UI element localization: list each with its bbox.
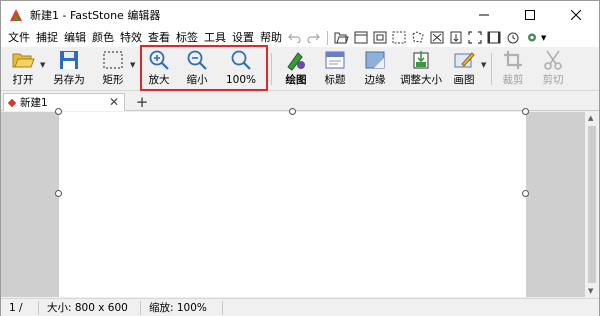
document-tab[interactable]: 新建1 ✕ bbox=[3, 93, 125, 111]
settings-icon[interactable] bbox=[524, 30, 539, 45]
tab-close-icon[interactable]: ✕ bbox=[109, 95, 119, 109]
image-size: 大小: 800 x 600 bbox=[39, 300, 141, 315]
rectangle-select-icon bbox=[101, 49, 125, 71]
resize-handle[interactable] bbox=[522, 108, 529, 115]
crop-label: 裁剪 bbox=[502, 74, 524, 86]
paint-icon bbox=[452, 49, 476, 71]
resize-label: 调整大小 bbox=[400, 74, 442, 86]
settings-dropdown-arrow[interactable]: ▼ bbox=[541, 34, 546, 42]
image-canvas[interactable] bbox=[59, 112, 526, 297]
open-dropdown-arrow[interactable]: ▼ bbox=[40, 61, 45, 69]
title-bar: 新建1 - FastStone 编辑器 bbox=[1, 1, 599, 28]
draw-label: 绘图 bbox=[285, 74, 307, 86]
page-indicator: 1 / 1 bbox=[1, 300, 39, 316]
toolbar-separator bbox=[271, 53, 272, 85]
scroll-up-icon[interactable]: ▲ bbox=[588, 114, 593, 122]
menu-capture[interactable]: 捕捉 bbox=[33, 28, 61, 47]
window-controls bbox=[461, 1, 599, 28]
capture-video-icon[interactable] bbox=[486, 30, 501, 45]
undo-icon[interactable] bbox=[287, 30, 302, 45]
save-as-button[interactable]: 另存为 bbox=[51, 49, 87, 89]
resize-handle[interactable] bbox=[522, 190, 529, 197]
maximize-button[interactable] bbox=[507, 1, 553, 28]
capture-scroll-icon[interactable] bbox=[448, 30, 463, 45]
scroll-thumb[interactable] bbox=[588, 126, 596, 283]
caption-button[interactable]: 标题 bbox=[320, 49, 350, 89]
capture-rect-icon[interactable] bbox=[391, 30, 406, 45]
menu-bar: 文件 捕捉 编辑 颜色 特效 查看 标签 工具 设置 帮助 ▼ bbox=[1, 28, 599, 47]
cut-button[interactable]: 剪切 bbox=[538, 49, 568, 89]
timer-icon[interactable] bbox=[505, 30, 520, 45]
open-button[interactable]: 打开 bbox=[6, 49, 40, 89]
window-title: 新建1 - FastStone 编辑器 bbox=[30, 8, 161, 22]
close-button[interactable] bbox=[553, 1, 599, 28]
scissors-icon bbox=[541, 49, 565, 71]
resize-handle[interactable] bbox=[55, 190, 62, 197]
resize-icon bbox=[409, 49, 433, 71]
crop-button[interactable]: 裁剪 bbox=[498, 49, 528, 89]
caption-label: 标题 bbox=[324, 74, 346, 86]
document-tab-strip: 新建1 ✕ + bbox=[1, 92, 599, 111]
menu-separator bbox=[327, 30, 328, 45]
resize-button[interactable]: 调整大小 bbox=[398, 49, 444, 89]
rectangle-select-button[interactable]: 矩形 bbox=[97, 49, 129, 89]
canvas-paint-button[interactable]: 画图 bbox=[450, 49, 478, 89]
crop-icon bbox=[501, 49, 525, 71]
vertical-scrollbar[interactable]: ▲ ▼ bbox=[585, 112, 599, 297]
capture-fixed-icon[interactable] bbox=[467, 30, 482, 45]
minimize-button[interactable] bbox=[461, 1, 507, 28]
menu-file[interactable]: 文件 bbox=[5, 28, 33, 47]
save-as-label: 另存为 bbox=[53, 74, 85, 86]
resize-handle[interactable] bbox=[55, 108, 62, 115]
rectangle-dropdown-arrow[interactable]: ▼ bbox=[130, 61, 135, 69]
add-tab-button[interactable]: + bbox=[129, 93, 155, 111]
resize-handle[interactable] bbox=[289, 108, 296, 115]
capture-object-icon[interactable] bbox=[372, 30, 387, 45]
faststone-app-icon bbox=[8, 7, 24, 23]
canvas-area bbox=[1, 108, 585, 297]
unsaved-marker-icon bbox=[7, 98, 17, 107]
canvas-paint-label: 画图 bbox=[453, 74, 475, 86]
open-label: 打开 bbox=[12, 74, 34, 86]
save-icon bbox=[57, 49, 81, 71]
scroll-down-icon[interactable]: ▼ bbox=[588, 287, 593, 295]
paint-dropdown-arrow[interactable]: ▼ bbox=[481, 61, 486, 69]
open-icon[interactable] bbox=[334, 30, 349, 45]
main-toolbar: 打开 ▼ 另存为 矩形 ▼ 放大 缩小 100% 绘图 标题 边缘 调整大小 画… bbox=[1, 47, 599, 91]
document-tab-label: 新建1 bbox=[20, 97, 48, 109]
edge-effect-icon bbox=[363, 49, 387, 71]
folder-open-icon bbox=[11, 49, 35, 71]
draw-button[interactable]: 绘图 bbox=[281, 49, 311, 89]
toolbar-separator bbox=[491, 53, 492, 85]
edge-label: 边缘 bbox=[364, 74, 386, 86]
app-window: 新建1 - FastStone 编辑器 文件 捕捉 编辑 颜色 特效 查看 标签… bbox=[0, 0, 600, 316]
caption-icon bbox=[323, 49, 347, 71]
capture-fullscreen-icon[interactable] bbox=[429, 30, 444, 45]
cut-label: 剪切 bbox=[542, 74, 564, 86]
redo-icon[interactable] bbox=[306, 30, 321, 45]
zoom-tools-highlight bbox=[140, 45, 268, 91]
status-bar: 1 / 1 大小: 800 x 600 缩放: 100% bbox=[1, 298, 599, 316]
menu-color[interactable]: 颜色 bbox=[89, 28, 117, 47]
capture-window-icon[interactable] bbox=[353, 30, 368, 45]
edge-button[interactable]: 边缘 bbox=[360, 49, 390, 89]
capture-freehand-icon[interactable] bbox=[410, 30, 425, 45]
zoom-level: 缩放: 100% bbox=[141, 300, 223, 315]
rectangle-label: 矩形 bbox=[102, 74, 124, 86]
menu-edit[interactable]: 编辑 bbox=[61, 28, 89, 47]
draw-palette-icon bbox=[284, 49, 308, 71]
